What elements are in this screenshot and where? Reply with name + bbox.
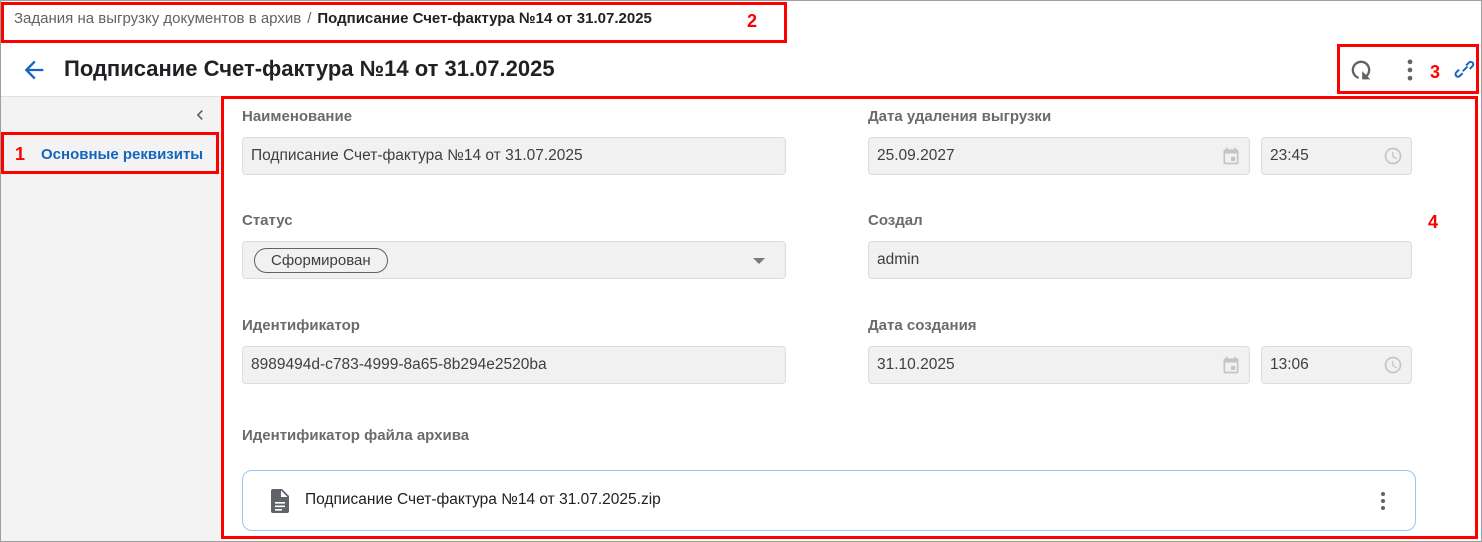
created-time-value: 13:06 [1270,356,1309,373]
breadcrumb-separator: / [307,10,312,27]
more-vertical-icon [1407,59,1413,81]
sidebar-item-main-details[interactable]: Основные реквизиты [41,146,203,163]
document-icon [271,489,289,513]
more-vertical-icon [1381,492,1385,510]
status-label: Статус [242,212,293,229]
breadcrumb-current: Подписание Счет-фактура №14 от 31.07.202… [317,10,652,27]
delete-time-value: 23:45 [1270,147,1309,164]
delete-date-field[interactable]: 25.09.2027 [868,137,1250,175]
identifier-label: Идентификатор [242,317,360,334]
clock-icon[interactable] [1383,355,1403,375]
page-title: Подписание Счет-фактура №14 от 31.07.202… [64,56,555,81]
calendar-icon[interactable] [1221,355,1241,375]
annotation-number-4: 4 [1428,212,1439,232]
archive-file-card[interactable]: Подписание Счет-фактура №14 от 31.07.202… [242,470,1416,531]
breadcrumb: Задания на выгрузку документов в архив / П… [14,10,652,27]
delete-date-label: Дата удаления выгрузки [868,108,1052,125]
page-header: Подписание Счет-фактура №14 от 31.07.202… [0,44,1482,94]
status-select[interactable]: Сформирован [242,241,786,279]
identifier-value: 8989494d-c783-4999-8a65-8b294e2520ba [251,356,547,373]
archive-file-label: Идентификатор файла архива [242,427,470,444]
created-date-label: Дата создания [868,317,977,334]
delete-time-field[interactable]: 23:45 [1261,137,1412,175]
link-icon [1454,60,1475,78]
breadcrumb-parent-link[interactable]: Задания на выгрузку документов в архив [14,10,301,27]
sidebar: Основные реквизиты [1,96,220,541]
more-options-button[interactable] [1396,56,1424,84]
back-button[interactable] [20,56,48,84]
copy-link-button[interactable] [1452,56,1480,84]
main-content: Наименование Подписание Счет-фактура №14… [220,96,1481,541]
refresh-button[interactable] [1347,56,1375,84]
status-chip: Сформирован [254,247,388,273]
dropdown-caret-icon[interactable] [753,258,765,264]
clock-icon[interactable] [1383,146,1403,166]
annotation-number-1: 1 [15,144,26,164]
created-date-value: 31.10.2025 [877,356,955,373]
collapse-sidebar-button[interactable] [190,105,210,125]
identifier-field[interactable]: 8989494d-c783-4999-8a65-8b294e2520ba [242,346,786,384]
delete-date-value: 25.09.2027 [877,147,955,164]
back-arrow-icon [24,60,44,80]
annotation-number-2: 2 [747,11,758,31]
name-field[interactable]: Подписание Счет-фактура №14 от 31.07.202… [242,137,786,175]
created-by-value: admin [877,251,920,268]
created-by-field[interactable]: admin [868,241,1412,279]
file-more-button[interactable] [1373,489,1393,513]
name-label: Наименование [242,108,353,125]
refresh-icon [1351,60,1371,80]
created-time-field[interactable]: 13:06 [1261,346,1412,384]
created-by-label: Создал [868,212,923,229]
calendar-icon[interactable] [1221,146,1241,166]
name-value: Подписание Счет-фактура №14 от 31.07.202… [251,147,583,164]
chevron-left-icon [196,110,203,120]
created-date-field[interactable]: 31.10.2025 [868,346,1250,384]
archive-file-name[interactable]: Подписание Счет-фактура №14 от 31.07.202… [305,491,661,509]
annotation-number-3: 3 [1430,62,1441,82]
